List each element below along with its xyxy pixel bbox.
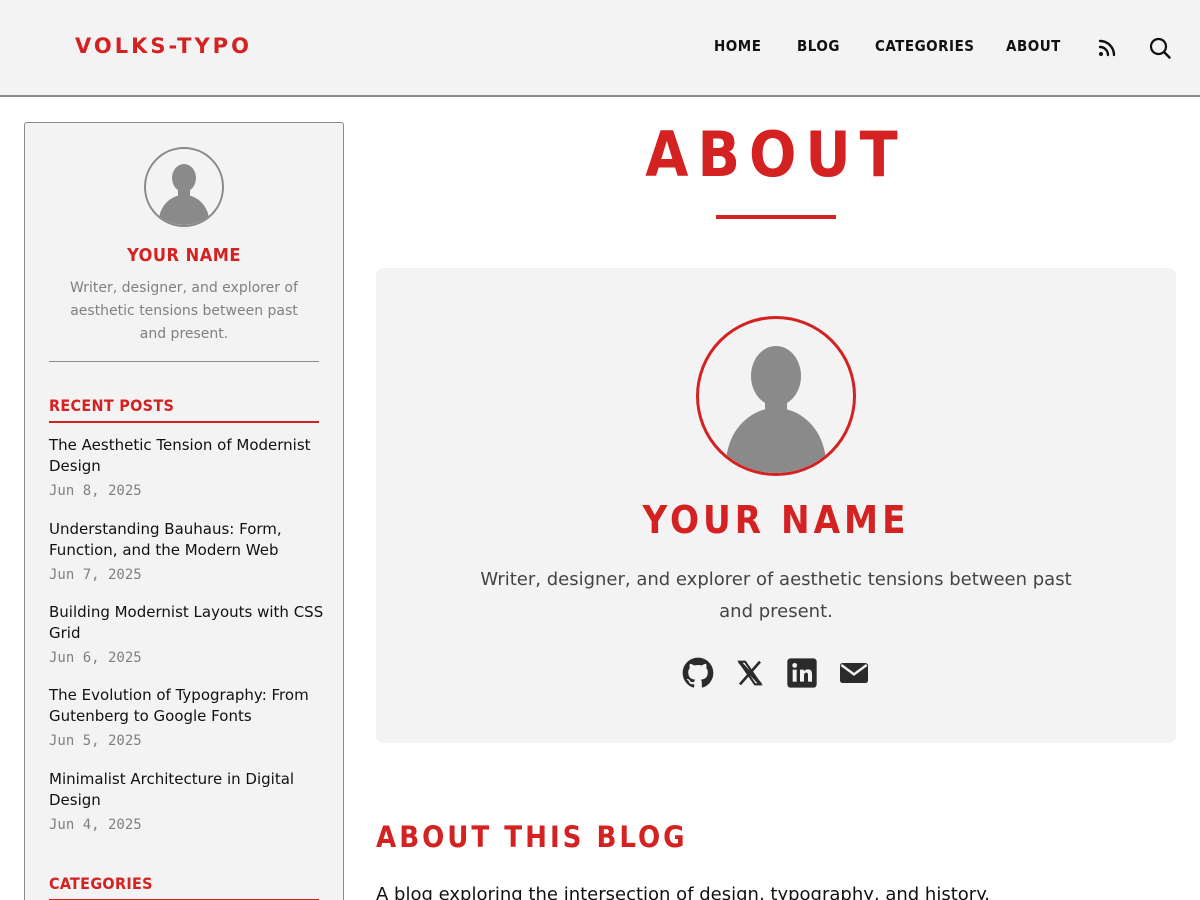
nav-categories[interactable]: CATEGORIES	[875, 37, 975, 55]
title-underline	[716, 215, 836, 219]
github-icon[interactable]	[682, 657, 714, 689]
section-heading: ABOUT THIS BLOG	[376, 820, 688, 854]
user-silhouette-icon	[726, 346, 826, 473]
post-title-link[interactable]: Building Modernist Layouts with CSS Grid	[49, 602, 324, 644]
recent-posts-heading: RECENT POSTS	[49, 396, 319, 423]
nav-blog[interactable]: BLOG	[797, 37, 840, 55]
post-date: Jun 8, 2025	[49, 483, 142, 499]
section-body-text: A blog exploring the intersection of des…	[376, 884, 990, 900]
list-item: The Evolution of Typography: From Gutenb…	[49, 685, 324, 749]
author-card: YOUR NAME Writer, designer, and explorer…	[376, 268, 1176, 743]
user-silhouette-icon	[159, 164, 209, 225]
list-item: Understanding Bauhaus: Form, Function, a…	[49, 519, 324, 583]
sidebar-author-name: YOUR NAME	[127, 245, 241, 266]
categories-heading: CATEGORIES	[49, 874, 319, 900]
avatar	[696, 316, 856, 476]
list-item: Building Modernist Layouts with CSS Grid…	[49, 602, 324, 666]
post-title-link[interactable]: The Aesthetic Tension of Modernist Desig…	[49, 435, 324, 477]
email-icon[interactable]	[838, 657, 870, 689]
search-icon[interactable]	[1149, 37, 1171, 59]
rss-icon[interactable]	[1097, 38, 1117, 58]
site-header: VOLKS-TYPO HOME BLOG CATEGORIES ABOUT	[0, 0, 1200, 97]
sidebar-author-bio: Writer, designer, and explorer of aesthe…	[70, 280, 298, 342]
post-title-link[interactable]: Understanding Bauhaus: Form, Function, a…	[49, 519, 324, 561]
avatar	[144, 147, 224, 227]
post-date: Jun 5, 2025	[49, 733, 142, 749]
page-title: ABOUT	[645, 118, 907, 191]
author-name: YOUR NAME	[642, 498, 910, 542]
post-date: Jun 6, 2025	[49, 650, 142, 666]
author-bio: Writer, designer, and explorer of aesthe…	[480, 569, 1072, 622]
list-item: Minimalist Architecture in Digital Desig…	[49, 769, 324, 833]
site-logo[interactable]: VOLKS-TYPO	[75, 34, 252, 58]
linkedin-icon[interactable]	[786, 657, 818, 689]
list-item: The Aesthetic Tension of Modernist Desig…	[49, 435, 324, 499]
x-icon[interactable]	[734, 657, 766, 689]
post-title-link[interactable]: Minimalist Architecture in Digital Desig…	[49, 769, 324, 811]
divider	[49, 361, 319, 362]
post-date: Jun 4, 2025	[49, 817, 142, 833]
nav-about[interactable]: ABOUT	[1006, 37, 1061, 55]
post-date: Jun 7, 2025	[49, 567, 142, 583]
post-title-link[interactable]: The Evolution of Typography: From Gutenb…	[49, 685, 324, 727]
nav-home[interactable]: HOME	[714, 37, 761, 55]
sidebar: YOUR NAME Writer, designer, and explorer…	[24, 122, 344, 900]
